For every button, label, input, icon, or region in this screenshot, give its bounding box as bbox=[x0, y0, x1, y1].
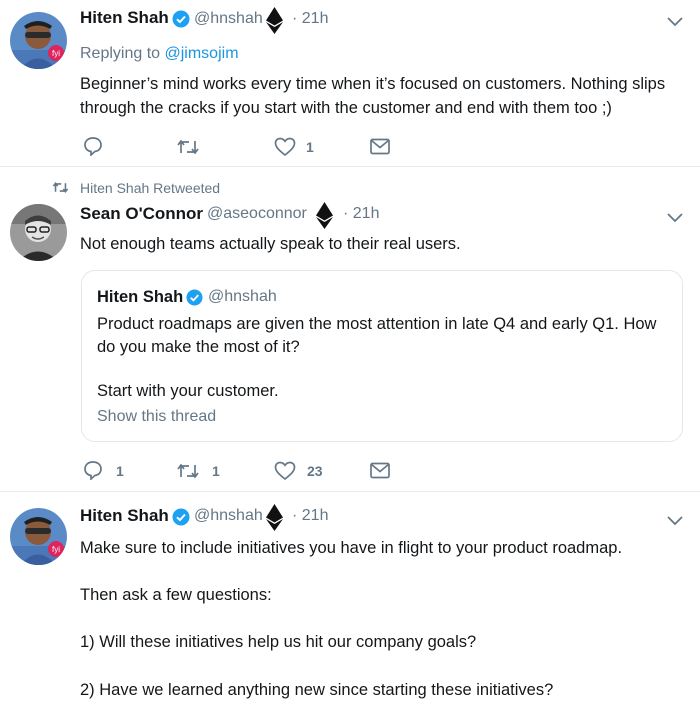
ethereum-icon bbox=[266, 504, 283, 536]
tweet-text-line: Then ask a few questions: bbox=[80, 586, 272, 604]
show-thread-link[interactable]: Show this thread bbox=[97, 408, 216, 426]
verified-badge-icon bbox=[172, 10, 190, 33]
avatar[interactable]: fyi bbox=[10, 12, 67, 69]
tweet-text-line: through the cracks if you start with the… bbox=[80, 99, 612, 117]
quoted-text-line: Product roadmaps are given the most atte… bbox=[97, 315, 657, 333]
like-count: 1 bbox=[306, 139, 314, 155]
chevron-down-icon[interactable] bbox=[667, 14, 683, 32]
reply-icon[interactable] bbox=[83, 460, 103, 485]
quoted-tweet-card[interactable]: Hiten Shah @hnshah Product roadmaps are … bbox=[81, 270, 683, 442]
like-count: 23 bbox=[307, 463, 323, 479]
avatar[interactable] bbox=[10, 204, 67, 261]
retweet-indicator-icon bbox=[52, 181, 69, 199]
author-handle[interactable]: @aseoconnor bbox=[207, 205, 307, 223]
replying-to-link[interactable]: @jimsojim bbox=[165, 45, 239, 62]
divider bbox=[0, 491, 700, 492]
verified-badge-icon bbox=[172, 508, 190, 531]
retweet-count: 1 bbox=[212, 463, 220, 479]
tweet-text: Not enough teams actually speak to their… bbox=[80, 235, 461, 253]
chevron-down-icon[interactable] bbox=[667, 513, 683, 531]
direct-message-icon[interactable] bbox=[370, 462, 390, 484]
retweet-icon[interactable] bbox=[176, 138, 200, 161]
author-name[interactable]: Hiten Shah bbox=[80, 8, 169, 28]
timestamp[interactable]: · 21h bbox=[343, 205, 379, 223]
divider bbox=[0, 166, 700, 167]
author-name[interactable]: Sean O'Connor bbox=[80, 204, 203, 224]
svg-text:fyi: fyi bbox=[52, 545, 60, 554]
like-icon[interactable] bbox=[274, 137, 296, 162]
retweet-icon[interactable] bbox=[176, 462, 200, 485]
avatar[interactable]: fyi bbox=[10, 508, 67, 565]
author-handle[interactable]: @hnshah bbox=[194, 10, 263, 28]
ethereum-icon bbox=[316, 202, 333, 234]
replying-prefix: Replying to bbox=[80, 45, 165, 62]
tweet-text-line: 2) Have we learned anything new since st… bbox=[80, 681, 554, 699]
chevron-down-icon[interactable] bbox=[667, 210, 683, 228]
quoted-text-line: Start with your customer. bbox=[97, 382, 279, 400]
direct-message-icon[interactable] bbox=[370, 138, 390, 160]
quoted-author-name: Hiten Shah bbox=[97, 288, 184, 306]
like-icon[interactable] bbox=[274, 461, 296, 486]
ethereum-icon bbox=[266, 7, 283, 39]
tweet-text-line: 1) Will these initiatives help us hit ou… bbox=[80, 633, 477, 651]
replying-to: Replying to @jimsojim bbox=[80, 45, 239, 63]
retweeted-by-label[interactable]: Hiten Shah Retweeted bbox=[80, 180, 220, 196]
timestamp[interactable]: · 21h bbox=[292, 507, 328, 525]
reply-count: 1 bbox=[116, 463, 124, 479]
author-name[interactable]: Hiten Shah bbox=[80, 506, 169, 526]
tweet-text-line: Make sure to include initiatives you hav… bbox=[80, 539, 623, 557]
quoted-author-handle: @hnshah bbox=[208, 288, 277, 305]
svg-text:fyi: fyi bbox=[52, 49, 60, 58]
verified-badge-icon bbox=[186, 289, 203, 311]
quoted-text-line: do you make the most of it? bbox=[97, 338, 300, 356]
tweet-text-line: Beginner’s mind works every time when it… bbox=[80, 75, 666, 93]
reply-icon[interactable] bbox=[83, 136, 103, 161]
timestamp[interactable]: · 21h bbox=[292, 10, 328, 28]
author-handle[interactable]: @hnshah bbox=[194, 507, 263, 525]
